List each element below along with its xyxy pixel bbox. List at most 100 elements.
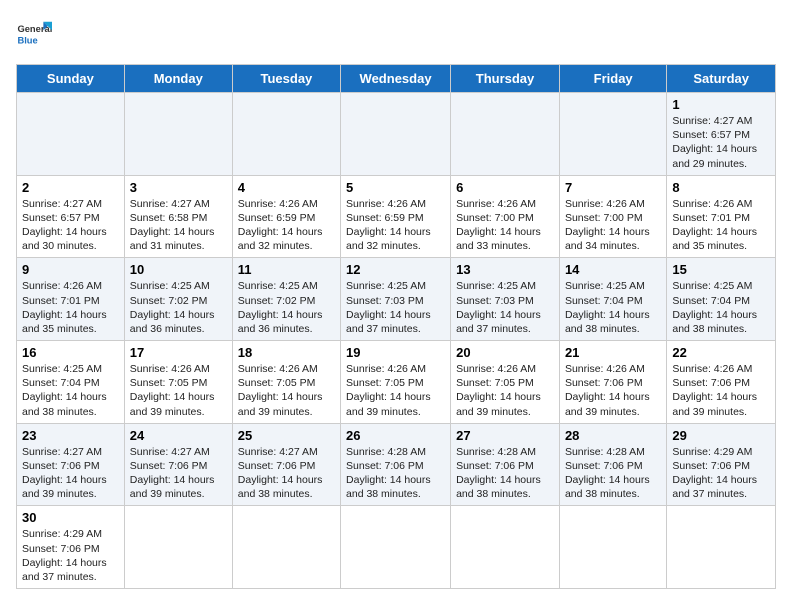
- cell-info: Sunrise: 4:25 AM Sunset: 7:02 PM Dayligh…: [238, 279, 335, 336]
- calendar-cell: 16 Sunrise: 4:25 AM Sunset: 7:04 PM Dayli…: [17, 341, 125, 424]
- date-number: 1: [672, 97, 770, 112]
- general-blue-logo-icon: General Blue: [16, 16, 52, 52]
- day-header-saturday: Saturday: [667, 65, 776, 93]
- cell-info: Sunrise: 4:25 AM Sunset: 7:04 PM Dayligh…: [672, 279, 770, 336]
- date-number: 2: [22, 180, 119, 195]
- date-number: 17: [130, 345, 227, 360]
- calendar-cell: 23 Sunrise: 4:27 AM Sunset: 7:06 PM Dayli…: [17, 423, 125, 506]
- cell-info: Sunrise: 4:26 AM Sunset: 7:01 PM Dayligh…: [22, 279, 119, 336]
- calendar-cell: 12 Sunrise: 4:25 AM Sunset: 7:03 PM Dayli…: [341, 258, 451, 341]
- calendar-cell: 27 Sunrise: 4:28 AM Sunset: 7:06 PM Dayli…: [451, 423, 560, 506]
- calendar-cell: 22Sunrise: 4:26 AM Sunset: 7:06 PM Dayli…: [667, 341, 776, 424]
- cell-info: Sunrise: 4:26 AM Sunset: 7:05 PM Dayligh…: [346, 362, 445, 419]
- calendar-cell: [451, 506, 560, 589]
- calendar-cell: [17, 93, 125, 176]
- calendar-cell: 21 Sunrise: 4:26 AM Sunset: 7:06 PM Dayli…: [559, 341, 666, 424]
- date-number: 30: [22, 510, 119, 525]
- calendar-cell: 18Sunrise: 4:26 AM Sunset: 7:05 PM Dayli…: [232, 341, 340, 424]
- day-header-tuesday: Tuesday: [232, 65, 340, 93]
- day-header-sunday: Sunday: [17, 65, 125, 93]
- calendar-cell: [232, 506, 340, 589]
- calendar-week-1: 1 Sunrise: 4:27 AM Sunset: 6:57 PM Daylig…: [17, 93, 776, 176]
- calendar-cell: 30 Sunrise: 4:29 AM Sunset: 7:06 PM Dayli…: [17, 506, 125, 589]
- calendar-cell: 19 Sunrise: 4:26 AM Sunset: 7:05 PM Dayli…: [341, 341, 451, 424]
- calendar-cell: [451, 93, 560, 176]
- calendar-cell: 10Sunrise: 4:25 AM Sunset: 7:02 PM Dayli…: [124, 258, 232, 341]
- calendar-cell: 14 Sunrise: 4:25 AM Sunset: 7:04 PM Dayli…: [559, 258, 666, 341]
- cell-info: Sunrise: 4:27 AM Sunset: 6:57 PM Dayligh…: [672, 114, 770, 171]
- calendar-week-3: 9 Sunrise: 4:26 AM Sunset: 7:01 PM Daylig…: [17, 258, 776, 341]
- date-number: 12: [346, 262, 445, 277]
- calendar-week-6: 30 Sunrise: 4:29 AM Sunset: 7:06 PM Dayli…: [17, 506, 776, 589]
- cell-info: Sunrise: 4:27 AM Sunset: 7:06 PM Dayligh…: [238, 445, 335, 502]
- day-header-wednesday: Wednesday: [341, 65, 451, 93]
- date-number: 23: [22, 428, 119, 443]
- date-number: 6: [456, 180, 554, 195]
- date-number: 27: [456, 428, 554, 443]
- cell-info: Sunrise: 4:28 AM Sunset: 7:06 PM Dayligh…: [456, 445, 554, 502]
- date-number: 5: [346, 180, 445, 195]
- cell-info: Sunrise: 4:29 AM Sunset: 7:06 PM Dayligh…: [672, 445, 770, 502]
- date-number: 28: [565, 428, 661, 443]
- cell-info: Sunrise: 4:27 AM Sunset: 7:06 PM Dayligh…: [22, 445, 119, 502]
- calendar-cell: 11 Sunrise: 4:25 AM Sunset: 7:02 PM Dayli…: [232, 258, 340, 341]
- date-number: 21: [565, 345, 661, 360]
- calendar-cell: 24Sunrise: 4:27 AM Sunset: 7:06 PM Dayli…: [124, 423, 232, 506]
- calendar-cell: 26Sunrise: 4:28 AM Sunset: 7:06 PM Dayli…: [341, 423, 451, 506]
- cell-info: Sunrise: 4:29 AM Sunset: 7:06 PM Dayligh…: [22, 527, 119, 584]
- calendar-cell: 7Sunrise: 4:26 AM Sunset: 7:00 PM Daylig…: [559, 175, 666, 258]
- date-number: 19: [346, 345, 445, 360]
- date-number: 3: [130, 180, 227, 195]
- calendar-cell: 6 Sunrise: 4:26 AM Sunset: 7:00 PM Daylig…: [451, 175, 560, 258]
- cell-info: Sunrise: 4:25 AM Sunset: 7:03 PM Dayligh…: [456, 279, 554, 336]
- svg-text:Blue: Blue: [17, 35, 37, 45]
- cell-info: Sunrise: 4:26 AM Sunset: 7:05 PM Dayligh…: [130, 362, 227, 419]
- date-number: 25: [238, 428, 335, 443]
- calendar-cell: 20 Sunrise: 4:26 AM Sunset: 7:05 PM Dayli…: [451, 341, 560, 424]
- cell-info: Sunrise: 4:25 AM Sunset: 7:04 PM Dayligh…: [565, 279, 661, 336]
- calendar-cell: [667, 506, 776, 589]
- calendar-week-2: 2 Sunrise: 4:27 AM Sunset: 6:57 PM Daylig…: [17, 175, 776, 258]
- calendar-table: SundayMondayTuesdayWednesdayThursdayFrid…: [16, 64, 776, 589]
- calendar-week-4: 16 Sunrise: 4:25 AM Sunset: 7:04 PM Dayli…: [17, 341, 776, 424]
- cell-info: Sunrise: 4:25 AM Sunset: 7:03 PM Dayligh…: [346, 279, 445, 336]
- cell-info: Sunrise: 4:26 AM Sunset: 6:59 PM Dayligh…: [238, 197, 335, 254]
- date-number: 16: [22, 345, 119, 360]
- cell-info: Sunrise: 4:26 AM Sunset: 7:05 PM Dayligh…: [456, 362, 554, 419]
- calendar-cell: [559, 93, 666, 176]
- cell-info: Sunrise: 4:26 AM Sunset: 7:05 PM Dayligh…: [238, 362, 335, 419]
- calendar-cell: 5 Sunrise: 4:26 AM Sunset: 6:59 PM Daylig…: [341, 175, 451, 258]
- day-header-monday: Monday: [124, 65, 232, 93]
- cell-info: Sunrise: 4:26 AM Sunset: 7:00 PM Dayligh…: [456, 197, 554, 254]
- calendar-cell: [341, 506, 451, 589]
- cell-info: Sunrise: 4:27 AM Sunset: 6:57 PM Dayligh…: [22, 197, 119, 254]
- cell-info: Sunrise: 4:26 AM Sunset: 7:06 PM Dayligh…: [672, 362, 770, 419]
- calendar-cell: 3Sunrise: 4:27 AM Sunset: 6:58 PM Daylig…: [124, 175, 232, 258]
- date-number: 29: [672, 428, 770, 443]
- logo: General Blue: [16, 16, 52, 52]
- date-number: 14: [565, 262, 661, 277]
- calendar-cell: 29 Sunrise: 4:29 AM Sunset: 7:06 PM Dayli…: [667, 423, 776, 506]
- calendar-cell: [124, 93, 232, 176]
- cell-info: Sunrise: 4:26 AM Sunset: 6:59 PM Dayligh…: [346, 197, 445, 254]
- calendar-cell: [124, 506, 232, 589]
- calendar-cell: 28 Sunrise: 4:28 AM Sunset: 7:06 PM Dayli…: [559, 423, 666, 506]
- calendar-cell: 25 Sunrise: 4:27 AM Sunset: 7:06 PM Dayli…: [232, 423, 340, 506]
- day-header-friday: Friday: [559, 65, 666, 93]
- cell-info: Sunrise: 4:26 AM Sunset: 7:06 PM Dayligh…: [565, 362, 661, 419]
- calendar-cell: 9 Sunrise: 4:26 AM Sunset: 7:01 PM Daylig…: [17, 258, 125, 341]
- calendar-cell: [559, 506, 666, 589]
- date-number: 15: [672, 262, 770, 277]
- cell-info: Sunrise: 4:26 AM Sunset: 7:01 PM Dayligh…: [672, 197, 770, 254]
- cell-info: Sunrise: 4:27 AM Sunset: 7:06 PM Dayligh…: [130, 445, 227, 502]
- calendar-cell: [341, 93, 451, 176]
- date-number: 9: [22, 262, 119, 277]
- cell-info: Sunrise: 4:25 AM Sunset: 7:04 PM Dayligh…: [22, 362, 119, 419]
- cell-info: Sunrise: 4:28 AM Sunset: 7:06 PM Dayligh…: [565, 445, 661, 502]
- date-number: 11: [238, 262, 335, 277]
- date-number: 26: [346, 428, 445, 443]
- calendar-cell: [232, 93, 340, 176]
- date-number: 20: [456, 345, 554, 360]
- date-number: 10: [130, 262, 227, 277]
- date-number: 13: [456, 262, 554, 277]
